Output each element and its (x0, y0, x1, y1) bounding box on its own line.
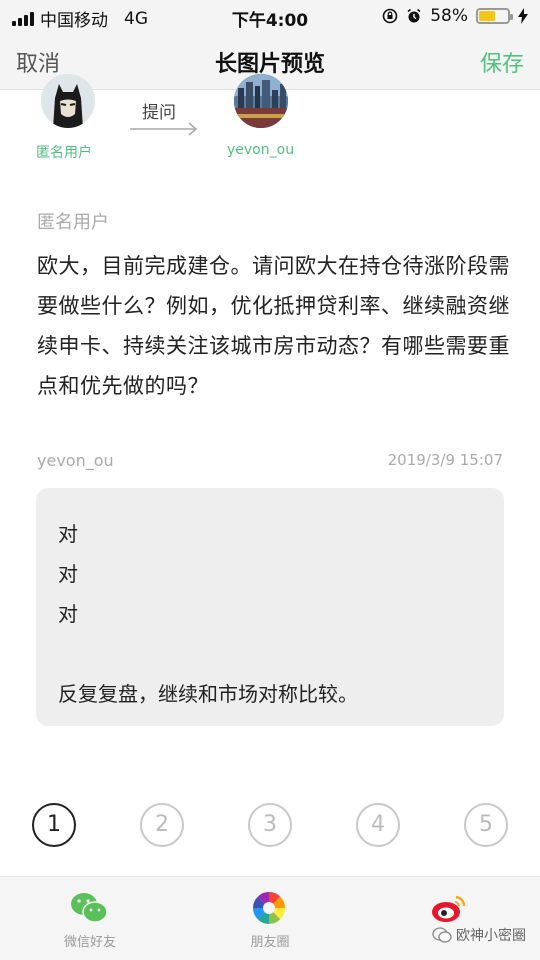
moments-label: 朋友圈 (250, 935, 290, 950)
answer-line: 对 (58, 562, 78, 586)
watermark-text: 欧神小密圈 (456, 928, 526, 944)
page-dot-3[interactable]: 3 (248, 803, 292, 847)
answer-line: 对 (58, 602, 78, 626)
rotation-lock-icon (382, 8, 398, 24)
battery-icon (476, 8, 513, 24)
wechat-label: 微信好友 (63, 935, 116, 950)
moments-icon (253, 892, 285, 924)
share-wechat-button[interactable]: 微信好友 (20, 877, 160, 960)
charging-icon (518, 8, 528, 24)
question-author: 匿名用户 (37, 212, 109, 233)
answer-author: yevon_ou (37, 451, 114, 470)
asker-avatar (41, 74, 95, 128)
answer-line: 反复复盘，继续和市场对称比较。 (58, 682, 358, 706)
question-text: 欧大，目前完成建仓。请问欧大在持仓待涨阶段需要做些什么？例如，优化抵押贷利率、继… (37, 254, 510, 398)
share-moments-button[interactable]: 朋友圈 (200, 877, 340, 960)
share-weibo-button[interactable] (380, 877, 520, 960)
answerer-avatar (234, 74, 288, 128)
wechat-bubble-icon (432, 927, 452, 943)
wechat-icon (71, 893, 108, 923)
status-bar: 中国移动 4G 下午4:00 58% (0, 0, 540, 34)
ask-label: 提问 (142, 103, 176, 123)
answer-line: 对 (58, 522, 78, 546)
share-bar: 微信好友 朋友圈 欧神小密圈 (0, 876, 540, 960)
page-dot-2[interactable]: 2 (140, 803, 184, 847)
page-dot-5[interactable]: 5 (464, 803, 508, 847)
style-pager: 1 2 3 4 5 (32, 803, 508, 847)
asker-name: 匿名用户 (36, 145, 92, 161)
page-title: 长图片预览 (214, 52, 325, 77)
battery-percent: 58% (430, 6, 468, 26)
answer-timestamp: 2019/3/9 15:07 (387, 451, 503, 469)
page-dot-1[interactable]: 1 (32, 803, 76, 847)
answer-line (58, 634, 482, 674)
answerer-name: yevon_ou (227, 142, 295, 158)
page-dot-4[interactable]: 4 (356, 803, 400, 847)
answer-bubble: 对 对 对 反复复盘，继续和市场对称比较。 (36, 488, 504, 726)
arrow-right-icon (130, 122, 198, 136)
watermark: 欧神小密圈 (432, 925, 526, 945)
alarm-icon (407, 8, 421, 23)
weibo-icon (432, 895, 466, 922)
save-button[interactable]: 保存 (480, 46, 524, 78)
